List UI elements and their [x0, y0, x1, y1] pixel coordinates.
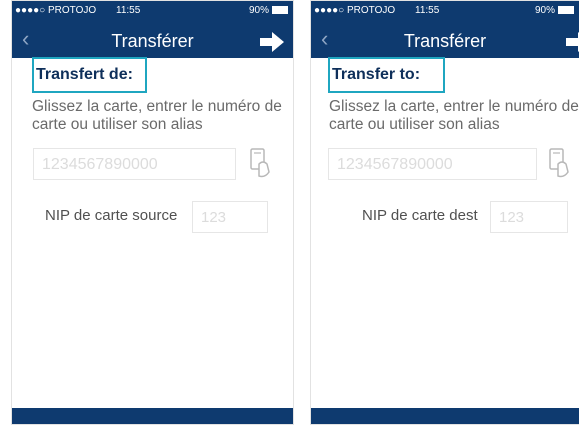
battery-indicator: 90%: [249, 5, 288, 16]
clock-text: 11:55: [415, 5, 440, 16]
battery-text: 90%: [534, 5, 555, 16]
header-bar: ●●●●○ PROTOJO 11:55 90% ‹ Transférer: [311, 1, 579, 58]
status-bar: ●●●●○ PROTOJO 11:55 90%: [12, 1, 293, 23]
forward-arrow-icon[interactable]: [565, 31, 579, 53]
section-label-transfer-to: Transfer to:: [328, 57, 445, 93]
nav-row: ‹ Transférer: [311, 23, 579, 58]
header-bar: ●●●●○ PROTOJO 11:55 90% ‹ Transférer: [12, 1, 293, 58]
forward-arrow-icon[interactable]: [259, 31, 285, 53]
carrier-text: ●●●●○ PROTOJO: [15, 5, 97, 16]
pin-label: NIP de carte source: [45, 207, 178, 224]
bottom-bar: [311, 408, 579, 424]
card-number-input[interactable]: 1234567890000: [33, 148, 236, 180]
instruction-text: Glissez la carte, entrer le numéro de ca…: [329, 98, 579, 133]
section-label-transfer-from: Transfert de:: [32, 57, 147, 93]
pin-input[interactable]: 123: [490, 201, 568, 233]
instruction-text: Glissez la carte, entrer le numéro de ca…: [32, 98, 282, 133]
battery-text: 90%: [248, 5, 269, 16]
page-title: Transférer: [403, 31, 487, 51]
bottom-bar: [12, 408, 293, 424]
phone-screen-source: ●●●●○ PROTOJO 11:55 90% ‹ Transférer Tra…: [11, 0, 294, 425]
battery-indicator: 90%: [535, 5, 574, 16]
nav-row: ‹ Transférer: [12, 23, 293, 58]
card-number-input[interactable]: 1234567890000: [328, 148, 537, 180]
pin-label: NIP de carte dest: [362, 207, 478, 224]
page-title: Transférer: [111, 31, 194, 51]
clock-text: 11:55: [116, 5, 141, 16]
card-swipe-icon[interactable]: [546, 146, 572, 180]
status-bar: ●●●●○ PROTOJO 11:55 90%: [311, 1, 579, 23]
battery-icon: [558, 6, 574, 15]
card-swipe-icon[interactable]: [247, 146, 273, 180]
battery-icon: [272, 6, 288, 15]
pin-input[interactable]: 123: [192, 201, 268, 233]
phone-screen-destination: ●●●●○ PROTOJO 11:55 90% ‹ Transférer Tra…: [310, 0, 579, 425]
carrier-text: ●●●●○ PROTOJO: [314, 5, 396, 16]
